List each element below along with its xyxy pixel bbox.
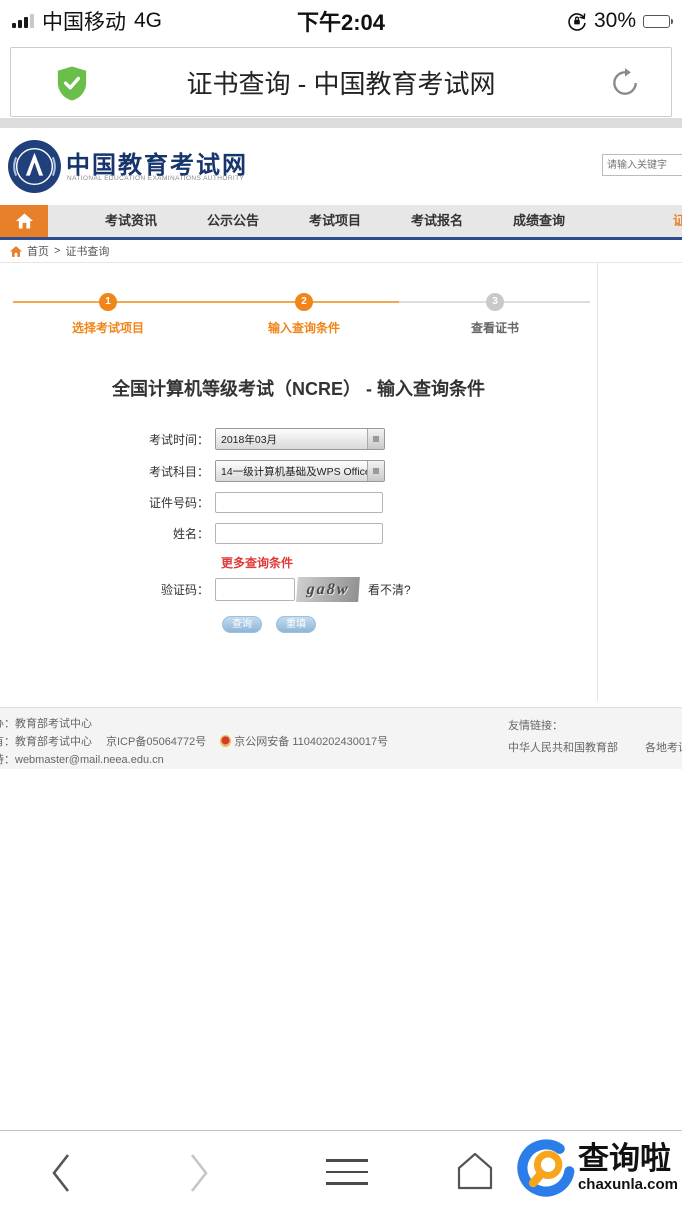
- police-badge-icon: [220, 735, 232, 747]
- nav-item-exam-programs[interactable]: 考试项目: [284, 205, 386, 237]
- forward-button[interactable]: [186, 1151, 212, 1195]
- footer-line-webmaster: 持：webmaster@mail.neea.edu.cn: [0, 754, 164, 766]
- footer-line-host: 办：教育部考试中心: [0, 718, 92, 730]
- footer-line-copyright: 有：教育部考试中心: [0, 736, 92, 748]
- name-input[interactable]: [215, 523, 383, 544]
- nav-item-certificate-query[interactable]: 证书查询: [648, 205, 682, 237]
- neea-logo-icon: [8, 140, 61, 193]
- chaxunla-logo-domain: chaxunla.com: [577, 1175, 678, 1193]
- browser-toolbar: 查询啦 chaxunla.com: [0, 1130, 682, 1212]
- step-2-label: 输入查询条件: [267, 321, 340, 335]
- menu-button[interactable]: [326, 1159, 368, 1185]
- main-content: 1 2 3 选择考试项目 输入查询条件 查看证书 全国计算机等级考试（NCRE）…: [0, 263, 682, 707]
- site-header: 中国教育考试网 NATIONAL EDUCATION EXAMINATIONS …: [0, 128, 682, 205]
- progress-stepper: 1 2 3 选择考试项目 输入查询条件 查看证书: [13, 293, 590, 353]
- battery-percent-label: 30%: [593, 9, 636, 32]
- separator: [0, 118, 682, 128]
- step-3-dot: 3: [486, 293, 504, 311]
- id-number-label: 证件号码：: [148, 496, 209, 510]
- signal-strength-icon: [12, 14, 34, 28]
- friend-link-moe[interactable]: 中华人民共和国教育部: [508, 739, 618, 755]
- chaxunla-logo-icon: [517, 1139, 575, 1197]
- exam-time-label: 考试时间：: [148, 432, 209, 447]
- footer-icp-number: 京ICP备05064772号: [106, 736, 207, 748]
- more-conditions-link[interactable]: 更多查询条件: [221, 554, 597, 571]
- toolbar-home-button[interactable]: [455, 1149, 495, 1191]
- breadcrumb-home-icon: [10, 245, 22, 257]
- query-form: 考试时间： 2018年03月 考试科目： 14一级计算机基础及WPS Offic…: [0, 428, 597, 633]
- exam-time-select[interactable]: 2018年03月: [215, 428, 385, 450]
- nav-item-exam-news[interactable]: 考试资讯: [80, 205, 182, 237]
- reset-button[interactable]: 重填: [276, 616, 316, 633]
- name-label: 姓名：: [172, 527, 209, 541]
- friend-links-title: 友情链接：: [508, 720, 563, 732]
- exam-subject-selected-value: 14一级计算机基础及WPS Office应用: [221, 465, 367, 478]
- breadcrumb-current: 证书查询: [65, 246, 110, 258]
- chaxunla-watermark: 查询啦 chaxunla.com: [516, 1137, 678, 1199]
- form-title: 全国计算机等级考试（NCRE） - 输入查询条件: [112, 379, 485, 399]
- exam-time-selected-value: 2018年03月: [221, 433, 278, 446]
- site-subtitle: NATIONAL EDUCATION EXAMINATIONS AUTHORIT…: [67, 175, 245, 182]
- nav-item-score-query[interactable]: 成绩查询: [488, 205, 590, 237]
- battery-icon: [643, 14, 673, 28]
- captcha-refresh-link[interactable]: 看不清?: [368, 581, 411, 598]
- refresh-icon[interactable]: [609, 67, 641, 99]
- footer-police-number: 京公网安备 11040202430017号: [234, 736, 389, 748]
- chaxunla-logo-text: 查询啦: [577, 1141, 671, 1177]
- site-search-input[interactable]: [602, 154, 682, 176]
- main-nav: 考试资讯 公示公告 考试项目 考试报名 成绩查询 证书查询: [0, 205, 682, 240]
- breadcrumb-home-link[interactable]: 首页: [27, 243, 49, 259]
- step-1-label: 选择考试项目: [71, 321, 144, 335]
- dropdown-arrow-icon: [367, 429, 384, 449]
- status-bar: 中国移动 4G 下午2:04 30%: [0, 0, 682, 42]
- browser-address-bar[interactable]: 证书查询 - 中国教育考试网: [10, 47, 672, 117]
- home-icon: [15, 213, 33, 229]
- nav-item-registration[interactable]: 考试报名: [386, 205, 488, 237]
- breadcrumb-separator: >: [54, 245, 61, 257]
- rotation-lock-icon: [568, 13, 586, 31]
- captcha-image[interactable]: ga8w: [296, 577, 360, 602]
- page-title: 证书查询 - 中国教育考试网: [186, 68, 496, 99]
- id-number-input[interactable]: [215, 492, 383, 513]
- stepper-line-done: [13, 301, 399, 303]
- network-type-label: 4G: [134, 9, 163, 32]
- phone-screen: 中国移动 4G 下午2:04 30% 证书查询 - 中国教育考试网 中国教育考试…: [0, 0, 682, 1212]
- back-button[interactable]: [48, 1151, 74, 1195]
- friend-link-local[interactable]: 各地考试机构: [645, 739, 682, 755]
- exam-subject-select[interactable]: 14一级计算机基础及WPS Office应用: [215, 460, 385, 482]
- exam-subject-label: 考试科目：: [148, 464, 209, 479]
- step-3-label: 查看证书: [470, 321, 519, 335]
- captcha-input[interactable]: [215, 578, 295, 601]
- nav-item-announcements[interactable]: 公示公告: [182, 205, 284, 237]
- dropdown-arrow-icon: [367, 461, 384, 481]
- secure-shield-icon: [57, 66, 87, 101]
- step-2-dot: 2: [295, 293, 313, 311]
- content-divider: [597, 263, 598, 701]
- breadcrumb: 首页 > 证书查询: [0, 240, 682, 263]
- captcha-label: 验证码：: [160, 583, 209, 597]
- submit-query-button[interactable]: 查询: [222, 616, 262, 633]
- step-1-dot: 1: [99, 293, 117, 311]
- carrier-label: 中国移动: [42, 11, 126, 34]
- site-footer: 办：教育部考试中心 有：教育部考试中心 京ICP备05064772号 京公网安备 1…: [0, 707, 682, 769]
- nav-home-button[interactable]: [0, 205, 48, 237]
